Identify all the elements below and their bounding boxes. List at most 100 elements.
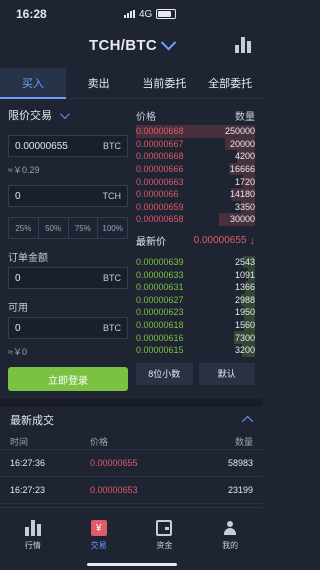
bid-row[interactable]: 0.00000627 2988: [136, 293, 255, 307]
decimals-button[interactable]: 8位小数: [136, 362, 193, 385]
trade-time: 16:27:36: [10, 458, 46, 468]
amount-field[interactable]: 0 TCH: [8, 185, 128, 207]
user-icon: [222, 520, 238, 536]
bid-row[interactable]: 0.00000633 1091: [136, 268, 255, 281]
ask-price: 0.00000668: [136, 126, 184, 137]
ask-qty: 16666: [229, 164, 255, 175]
bid-qty: 7300: [234, 332, 255, 343]
bid-price: 0.00000616: [136, 332, 184, 343]
percent-75-button[interactable]: 75%: [69, 218, 99, 238]
tab-all-orders[interactable]: 全部委托: [197, 68, 263, 98]
bid-row[interactable]: 0.00000623 1950: [136, 306, 255, 319]
header: TCH/BTC: [0, 28, 263, 62]
order-type-label: 限价交易: [8, 110, 52, 122]
ask-price: 0.00000658: [136, 214, 184, 225]
trade-main: 限价交易 0.00000655 BTC ≈￥0.29 0 TCH 25% 50%…: [0, 99, 263, 391]
latest-price-value: 0.00000655: [193, 235, 247, 247]
recent-trades-columns: 时间 价格 数量: [0, 433, 263, 450]
ask-price: 0.00000667: [136, 138, 184, 149]
col-time: 时间: [10, 436, 29, 447]
bid-qty: 1091: [234, 269, 255, 280]
ask-row[interactable]: 0.00000667 20000: [136, 137, 255, 151]
default-button[interactable]: 默认: [198, 362, 255, 385]
pair-title: TCH/BTC: [89, 36, 157, 54]
price-header: 价格: [136, 111, 156, 123]
bid-price: 0.00000618: [136, 320, 184, 331]
chart-icon[interactable]: [235, 37, 251, 53]
nav-market[interactable]: 行情: [0, 508, 66, 570]
available-label: 可用: [8, 303, 28, 314]
order-book-actions: 8位小数 默认: [136, 362, 255, 385]
recent-trades-header[interactable]: 最新成交: [0, 407, 263, 433]
trade-qty: 23199: [227, 485, 253, 495]
ask-price: 0.00000668: [136, 151, 184, 162]
tab-open-orders[interactable]: 当前委托: [132, 68, 198, 98]
latest-price-row: 最新价 0.00000655 ↓: [136, 230, 255, 252]
nav-trade[interactable]: ¥ 交易: [66, 508, 132, 570]
trade-tabs: 买入 卖出 当前委托 全部委托: [0, 68, 263, 99]
price-field[interactable]: 0.00000655 BTC: [8, 135, 128, 157]
order-book: 价格 数量 0.00000668 250000 0.00000667 20000 0.0…: [128, 105, 263, 391]
chevron-up-icon: [241, 415, 254, 428]
ask-row[interactable]: 0.00000659 3350: [136, 200, 255, 214]
nav-profile[interactable]: 我的: [197, 508, 263, 570]
bid-row[interactable]: 0.00000615 3200: [136, 343, 255, 357]
trade-row: 16:27:36 0.00000655 58983: [0, 450, 263, 477]
available-field: 0 BTC: [8, 317, 128, 339]
bottom-nav: 行情 ¥ 交易 资金 我的: [0, 507, 263, 570]
total-value: 0: [15, 272, 21, 284]
nav-wallet[interactable]: 资金: [132, 508, 198, 570]
order-type-selector[interactable]: 限价交易: [8, 105, 128, 125]
trade-icon: ¥: [90, 520, 107, 536]
ask-price: 0.0000066: [136, 189, 179, 200]
section-divider: [0, 399, 263, 407]
bid-row[interactable]: 0.00000618 1560: [136, 318, 255, 332]
col-qty: 数量: [234, 436, 253, 447]
status-bar: 16:28 4G: [0, 0, 263, 28]
trade-qty: 58983: [227, 458, 253, 468]
ask-qty: 14180: [229, 189, 255, 200]
price-value: 0.00000655: [15, 140, 68, 152]
total-unit: BTC: [103, 273, 121, 283]
available-cny: ≈￥0: [8, 347, 27, 357]
pair-selector[interactable]: TCH/BTC: [89, 34, 177, 54]
ask-row[interactable]: 0.00000666 16666: [136, 162, 255, 176]
bid-qty: 2988: [234, 294, 255, 305]
nav-trade-label: 交易: [90, 541, 107, 550]
ask-row[interactable]: 0.00000668 250000: [136, 125, 255, 138]
trade-price: 0.00000655: [90, 458, 138, 468]
tab-sell[interactable]: 卖出: [66, 68, 132, 98]
arrow-down-icon: ↓: [249, 234, 256, 247]
tab-buy[interactable]: 买入: [0, 68, 66, 99]
ask-row[interactable]: 0.0000066 14180: [136, 187, 255, 201]
nav-wallet-label: 资金: [156, 541, 173, 550]
login-button[interactable]: 立即登录: [8, 367, 128, 391]
ask-price: 0.00000666: [136, 164, 184, 175]
bid-price: 0.00000627: [136, 294, 184, 305]
bid-list: 0.00000639 2543 0.00000633 1091 0.00000631 13…: [136, 255, 255, 357]
bid-row[interactable]: 0.00000639 2543: [136, 255, 255, 269]
bid-qty: 1560: [234, 320, 255, 331]
ask-row[interactable]: 0.00000658 30000: [136, 213, 255, 226]
app-root: 16:28 4G TCH/BTC 买入 卖出 当前委托 全部委托 限价交易 0.…: [0, 0, 263, 570]
signal-icon: [124, 10, 135, 18]
amount-value: 0: [15, 190, 21, 202]
home-indicator: [86, 563, 177, 566]
bid-row[interactable]: 0.00000616 7300: [136, 331, 255, 344]
ask-row[interactable]: 0.00000663 1720: [136, 175, 255, 188]
percent-100-button[interactable]: 100%: [98, 218, 127, 238]
ask-qty: 30000: [229, 214, 255, 225]
percent-selector: 25% 50% 75% 100%: [8, 217, 128, 239]
percent-25-button[interactable]: 25%: [9, 218, 39, 238]
status-time: 16:28: [16, 7, 47, 21]
percent-50-button[interactable]: 50%: [39, 218, 69, 238]
ask-price: 0.00000663: [136, 176, 184, 187]
bid-qty: 3200: [234, 345, 255, 356]
bid-qty: 1366: [234, 282, 255, 293]
ask-row[interactable]: 0.00000668 4200: [136, 150, 255, 163]
price-unit: BTC: [103, 141, 121, 151]
bid-row[interactable]: 0.00000631 1366: [136, 280, 255, 294]
battery-icon: [156, 9, 177, 19]
total-label: 订单金额: [8, 253, 48, 264]
available-value: 0: [15, 322, 21, 334]
